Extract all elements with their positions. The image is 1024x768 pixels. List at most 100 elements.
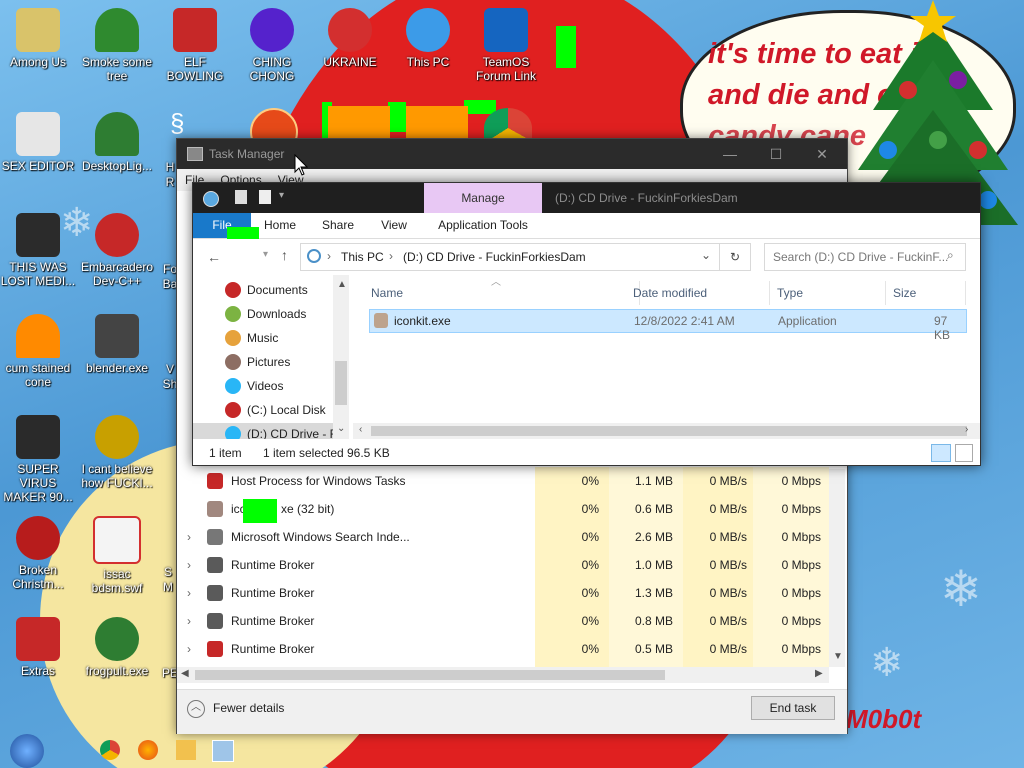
column-header-size[interactable]: Size xyxy=(885,281,966,305)
maximize-button[interactable]: ☐ xyxy=(753,139,799,169)
desktop-icon-label: Smoke some tree xyxy=(81,55,153,83)
process-disk: 0 MB/s xyxy=(709,586,747,600)
chevron-down-icon[interactable]: ⌄ xyxy=(701,248,711,262)
desktop-icon-this-pc[interactable]: This PC xyxy=(390,8,466,69)
process-network: 0 Mbps xyxy=(781,474,821,488)
nav-item-label: (C:) Local Disk xyxy=(247,403,326,417)
new-folder-icon[interactable] xyxy=(259,190,271,204)
tab-application-tools[interactable]: Application Tools xyxy=(424,213,542,238)
snowflake: ❄ xyxy=(940,560,982,618)
breadcrumb-this-pc[interactable]: This PC xyxy=(341,250,384,264)
chevron-up-icon: ︿ xyxy=(187,700,205,718)
desktop-icon-elf-bowling[interactable]: ELF BOWLING xyxy=(157,8,233,83)
scrollbar-thumb[interactable] xyxy=(335,361,347,405)
expand-chevron-icon[interactable]: › xyxy=(187,530,191,544)
properties-icon[interactable] xyxy=(235,190,247,204)
scrollbar-thumb[interactable] xyxy=(195,670,665,680)
file-explorer-taskbar-icon[interactable] xyxy=(176,740,196,760)
desktop-icon-broken-christmas[interactable]: Broken Christm... xyxy=(0,516,76,591)
desktop-icon-label: SEX EDITOR xyxy=(1,159,75,173)
process-row[interactable]: › Microsoft Windows Search Inde... 0% 2.6 M… xyxy=(177,523,829,551)
desktop-icon-sex-editor[interactable]: SEX EDITOR xyxy=(0,112,76,173)
desktop-icon-ching-chong[interactable]: CHING CHONG xyxy=(234,8,310,83)
desktop-icon-teamos[interactable]: TeamOS Forum Link xyxy=(468,8,544,83)
search-placeholder: Search (D:) CD Drive - FuckinF... xyxy=(773,250,949,264)
desktop-icon-super-virus-maker[interactable]: SUPER VIRUS MAKER 90... xyxy=(0,415,76,504)
desktop-icon-among-us[interactable]: Among Us xyxy=(0,8,76,69)
tab-share[interactable]: Share xyxy=(315,213,361,238)
close-button[interactable]: ✕ xyxy=(799,139,845,169)
file-row[interactable]: iconkit.exe 12/8/2022 2:41 AM Applicatio… xyxy=(369,309,967,342)
breadcrumb-drive[interactable]: (D:) CD Drive - FuckinForkiesDam xyxy=(403,250,586,264)
desktop-icon-smoke-some-tree[interactable]: Smoke some tree xyxy=(79,8,155,83)
search-input[interactable]: Search (D:) CD Drive - FuckinF... ⌕ xyxy=(764,243,966,271)
mouse-cursor-icon xyxy=(294,154,308,176)
refresh-button[interactable]: ↻ xyxy=(719,243,751,271)
scroll-up-arrow-icon[interactable]: ▲ xyxy=(337,279,347,290)
ribbon-tabs: File Home Share View Application Tools xyxy=(193,213,980,257)
search-icon: ⌕ xyxy=(947,248,954,262)
scroll-left-arrow-icon[interactable]: ◀ xyxy=(181,668,189,679)
task-manager-taskbar-icon[interactable] xyxy=(212,740,234,762)
scrollbar-thumb[interactable] xyxy=(371,426,967,436)
expand-chevron-icon[interactable]: › xyxy=(187,614,191,628)
manage-context-tab[interactable]: Manage xyxy=(424,183,542,213)
process-name: Microsoft Windows Search Inde... xyxy=(231,530,410,544)
scroll-right-arrow-icon[interactable]: ▶ xyxy=(815,668,823,679)
process-row[interactable]: › Runtime Broker 0% 0.5 MB 0 MB/s 0 Mbps xyxy=(177,635,829,663)
process-row[interactable]: › Runtime Broker 0% 1.3 MB 0 MB/s 0 Mbps xyxy=(177,579,829,607)
desktop-icon-frogpult[interactable]: frogpult.exe xyxy=(79,617,155,678)
chrome-taskbar-icon[interactable] xyxy=(100,740,120,760)
desktop-icon-cone[interactable]: cum stained cone xyxy=(0,314,76,389)
expand-chevron-icon[interactable]: › xyxy=(187,642,191,656)
desktop-icon-ukraine[interactable]: UKRAINE xyxy=(312,8,388,69)
end-task-button[interactable]: End task xyxy=(751,696,835,720)
desktop-icon-label: Embarcadero Dev-C++ xyxy=(80,260,154,288)
process-list-vertical-scrollbar[interactable]: ▼ xyxy=(829,469,845,667)
process-list-horizontal-scrollbar[interactable]: ◀ ▶ xyxy=(177,667,829,683)
nav-pane-scrollbar[interactable]: ▲ ⌄ xyxy=(333,275,349,439)
process-row[interactable]: › Runtime Broker 0% 0.8 MB 0 MB/s 0 Mbps xyxy=(177,607,829,635)
large-icons-view-icon[interactable] xyxy=(955,444,973,462)
scroll-left-arrow-icon[interactable]: ‹ xyxy=(359,424,362,435)
desktop-icon-devcpp[interactable]: Embarcadero Dev-C++ xyxy=(79,213,155,288)
tab-home[interactable]: Home xyxy=(255,213,305,238)
fewer-details-link[interactable]: ︿ Fewer details xyxy=(187,700,284,718)
firefox-taskbar-icon[interactable] xyxy=(138,740,158,760)
column-header-name[interactable]: Name xyxy=(353,281,640,305)
desktop-icon-label: Extras xyxy=(20,664,55,678)
process-disk: 0 MB/s xyxy=(709,614,747,628)
recent-dropdown-icon[interactable]: ▾ xyxy=(263,249,268,260)
quick-access-dropdown-icon[interactable]: ▾ xyxy=(279,190,284,201)
among-us-icon xyxy=(16,8,60,52)
explorer-titlebar[interactable]: ▾ Manage (D:) CD Drive - FuckinForkiesDa… xyxy=(193,183,980,213)
status-size: 96.5 KB xyxy=(347,446,390,460)
details-view-icon[interactable] xyxy=(931,444,951,462)
column-header-type[interactable]: Type xyxy=(769,281,886,305)
process-icon xyxy=(207,613,223,629)
up-arrow-icon[interactable]: ↑ xyxy=(281,247,288,263)
scroll-down-arrow-icon[interactable]: ▼ xyxy=(833,651,843,662)
column-header-date[interactable]: Date modified xyxy=(625,281,770,305)
desktop-icon-desktoplights[interactable]: DesktopLig... xyxy=(79,112,155,173)
tab-view[interactable]: View xyxy=(371,213,417,238)
expand-chevron-icon[interactable]: › xyxy=(187,558,191,572)
address-bar[interactable]: › This PC › (D:) CD Drive - FuckinForkie… xyxy=(300,243,720,271)
process-row[interactable]: Host Process for Windows Tasks 0% 1.1 MB 0 … xyxy=(177,467,829,495)
desktop-icon-issac-swf[interactable]: issac bdsm.swf xyxy=(79,516,155,595)
process-row[interactable]: › Runtime Broker 0% 1.0 MB 0 MB/s 0 Mbps xyxy=(177,551,829,579)
desktop-icon-blender[interactable]: blender.exe xyxy=(79,314,155,375)
task-manager-titlebar[interactable]: Task Manager — ☐ ✕ xyxy=(177,139,847,169)
minimize-button[interactable]: — xyxy=(707,139,753,169)
desktop-icon-extras[interactable]: Extras xyxy=(0,617,76,678)
desktop-icon-lost-media[interactable]: THIS WAS LOST MEDI... xyxy=(0,213,76,288)
process-name: Runtime Broker xyxy=(231,586,315,600)
file-list-horizontal-scrollbar[interactable]: ‹ › xyxy=(353,423,980,439)
bag-icon xyxy=(16,415,60,459)
scroll-right-arrow-icon[interactable]: › xyxy=(965,424,968,435)
desktop-icon-cant-believe[interactable]: I cant believe how FUCKI... xyxy=(79,415,155,490)
expand-chevron-icon[interactable]: › xyxy=(187,586,191,600)
back-arrow-icon[interactable]: ← xyxy=(207,249,221,265)
scroll-down-arrow-icon[interactable]: ⌄ xyxy=(337,423,345,434)
start-button[interactable] xyxy=(10,734,44,768)
